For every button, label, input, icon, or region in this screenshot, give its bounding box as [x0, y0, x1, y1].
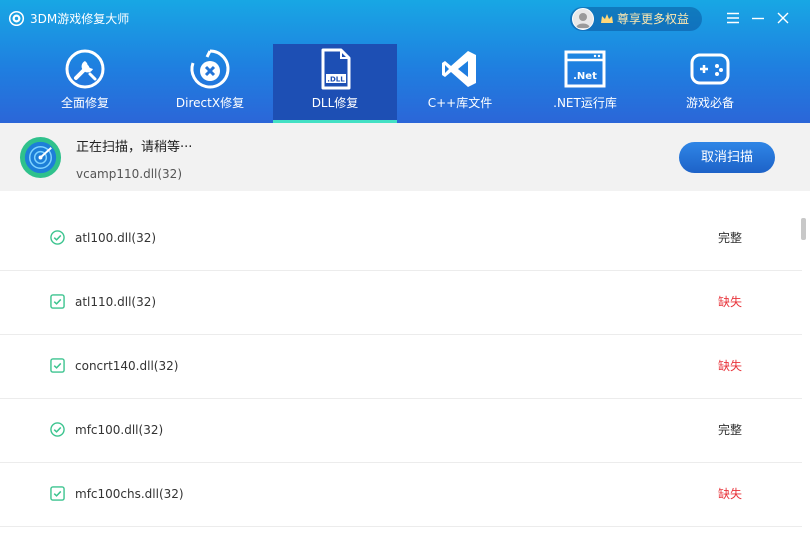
dll-file-list: atl100.dll(32) 完整 atl110.dll(32) 缺失 conc…	[0, 207, 802, 527]
app-window: 3DM游戏修复大师 尊享更多权益 全面修复 DirectX修复 .DLL DLL…	[0, 0, 810, 541]
app-logo-icon	[8, 10, 25, 27]
file-name: mfc100.dll(32)	[75, 423, 164, 437]
tab-net-runtime[interactable]: .Net .NET运行库	[523, 44, 647, 123]
tab-full-repair[interactable]: 全面修复	[23, 44, 147, 123]
vip-badge[interactable]: 尊享更多权益	[570, 7, 702, 31]
menu-icon[interactable]	[725, 10, 741, 26]
gamepad-icon	[690, 53, 730, 85]
tab-game-essentials[interactable]: 游戏必备	[648, 44, 772, 123]
scan-title: 正在扫描，请稍等···	[76, 140, 193, 155]
scrollbar-thumb[interactable]	[801, 218, 806, 240]
svg-text:.Net: .Net	[573, 71, 597, 82]
list-item[interactable]: mfc100chs.dll(32) 缺失	[0, 463, 802, 527]
file-status: 缺失	[717, 295, 742, 309]
svg-text:.DLL: .DLL	[327, 76, 345, 84]
file-status: 缺失	[717, 359, 742, 373]
file-name: atl100.dll(32)	[75, 231, 157, 245]
tab-directx[interactable]: DirectX修复	[148, 44, 272, 123]
radar-scan-icon	[19, 136, 62, 179]
tab-dll-repair[interactable]: .DLL DLL修复	[273, 44, 397, 123]
header: 3DM游戏修复大师 尊享更多权益 全面修复 DirectX修复 .DLL DLL…	[0, 0, 810, 123]
avatar-icon	[576, 13, 590, 28]
tab-label: DirectX修复	[175, 96, 245, 110]
minimize-icon[interactable]	[750, 10, 766, 26]
list-item[interactable]: concrt140.dll(32) 缺失	[0, 335, 802, 399]
list-item[interactable]: atl110.dll(32) 缺失	[0, 271, 802, 335]
scan-status-bar: 正在扫描，请稍等··· vcamp110.dll(32) 取消扫描	[0, 123, 810, 191]
vip-label: 尊享更多权益	[617, 12, 690, 26]
tab-cpp-libs[interactable]: C++库文件	[398, 44, 522, 123]
file-status: 缺失	[717, 487, 742, 501]
file-name: atl110.dll(32)	[75, 295, 157, 309]
tab-label: .NET运行库	[553, 96, 617, 110]
net-window-icon: .Net	[564, 50, 606, 88]
main-tabs: 全面修复 DirectX修复 .DLL DLL修复 C++库文件 .Net .N…	[0, 44, 810, 123]
title-bar[interactable]: 3DM游戏修复大师 尊享更多权益	[0, 0, 810, 38]
file-name: mfc100chs.dll(32)	[75, 487, 184, 501]
tab-label: DLL修复	[311, 96, 359, 110]
avatar[interactable]	[572, 8, 594, 30]
crown-icon	[601, 14, 613, 23]
close-icon[interactable]	[775, 10, 791, 26]
dll-file-icon: .DLL	[321, 48, 351, 90]
file-status: 完整	[717, 231, 742, 245]
file-status: 完整	[717, 423, 742, 437]
checkbox-checked-icon[interactable]	[50, 486, 65, 501]
checkbox-checked-icon[interactable]	[50, 358, 65, 373]
tab-label: 游戏必备	[685, 96, 734, 110]
wrench-icon	[65, 49, 105, 89]
file-name: concrt140.dll(32)	[75, 359, 179, 373]
app-title: 3DM游戏修复大师	[30, 12, 130, 26]
list-item[interactable]: atl100.dll(32) 完整	[0, 207, 802, 271]
visual-studio-icon	[442, 51, 476, 87]
tab-label: 全面修复	[60, 96, 109, 110]
scan-current-file: vcamp110.dll(32)	[76, 167, 182, 181]
list-item[interactable]: mfc100.dll(32) 完整	[0, 399, 802, 463]
tab-label: C++库文件	[427, 96, 493, 110]
cancel-scan-button[interactable]: 取消扫描	[679, 142, 775, 173]
check-circle-icon	[50, 230, 65, 245]
check-circle-icon	[50, 422, 65, 437]
checkbox-checked-icon[interactable]	[50, 294, 65, 309]
directx-icon	[190, 49, 230, 89]
